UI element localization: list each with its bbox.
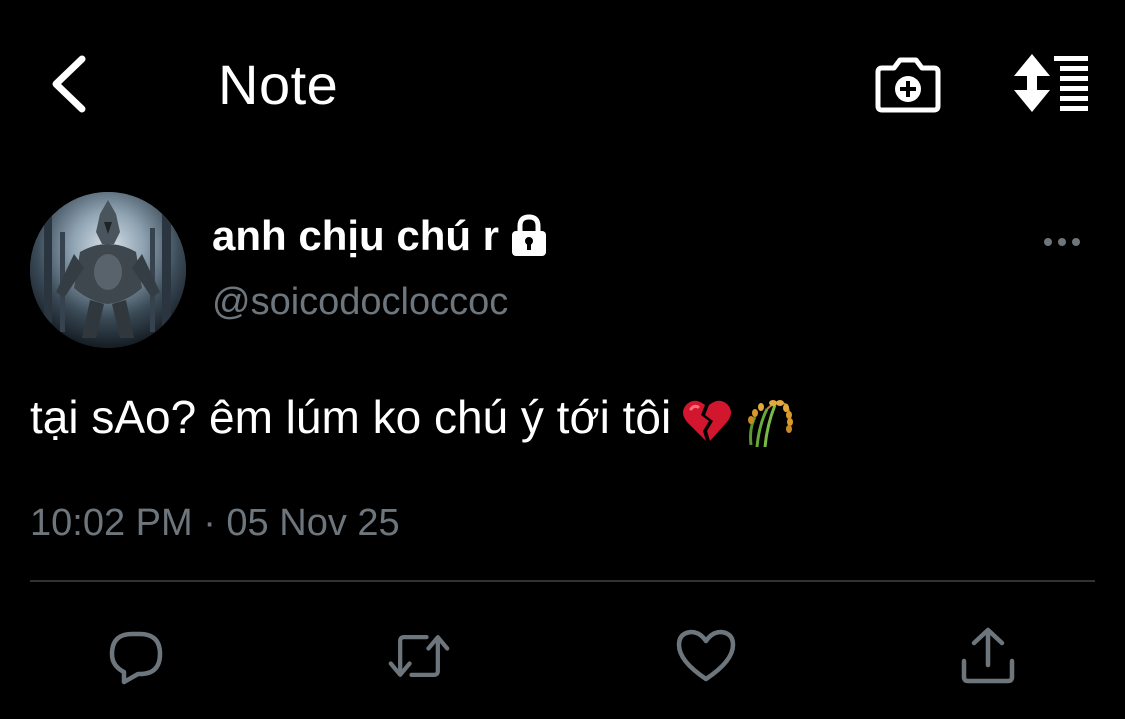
sort-button[interactable] [1010,52,1094,114]
rice-sheaf-icon [748,399,794,447]
page-title: Note [218,53,339,116]
retweet-icon [388,635,450,677]
sort-list-icon [1014,54,1088,112]
more-options-button[interactable] [1038,224,1086,260]
avatar[interactable] [30,192,186,348]
action-bar [0,600,1125,710]
reply-icon [109,631,163,685]
like-button[interactable] [674,624,738,688]
tweet-text: tại sAo? êm lúm ko chú ý tới tôi [30,386,795,448]
reply-button[interactable] [104,624,168,688]
heart-icon [676,629,736,682]
divider [30,580,1095,582]
user-handle[interactable]: @soicodocloccoc [212,278,508,326]
camera-plus-icon [875,57,941,113]
share-icon [961,627,1015,684]
more-horizontal-icon [1044,238,1080,246]
chevron-left-icon [52,55,86,113]
retweet-button[interactable] [387,624,451,688]
display-name[interactable]: anh chịu chú r [212,210,549,262]
wolf-avatar-image [30,192,186,348]
camera-button[interactable] [872,52,944,118]
tweet-text-content: tại sAo? êm lúm ko chú ý tới tôi [30,391,672,443]
lock-icon [512,214,547,256]
share-button[interactable] [956,624,1020,688]
tweet-timestamp[interactable]: 10:02 PM · 05 Nov 25 [30,498,400,548]
top-bar: Note [0,0,1125,170]
broken-heart-icon [683,400,732,441]
display-name-text: anh chịu chú r [212,212,500,259]
back-button[interactable] [38,48,98,120]
